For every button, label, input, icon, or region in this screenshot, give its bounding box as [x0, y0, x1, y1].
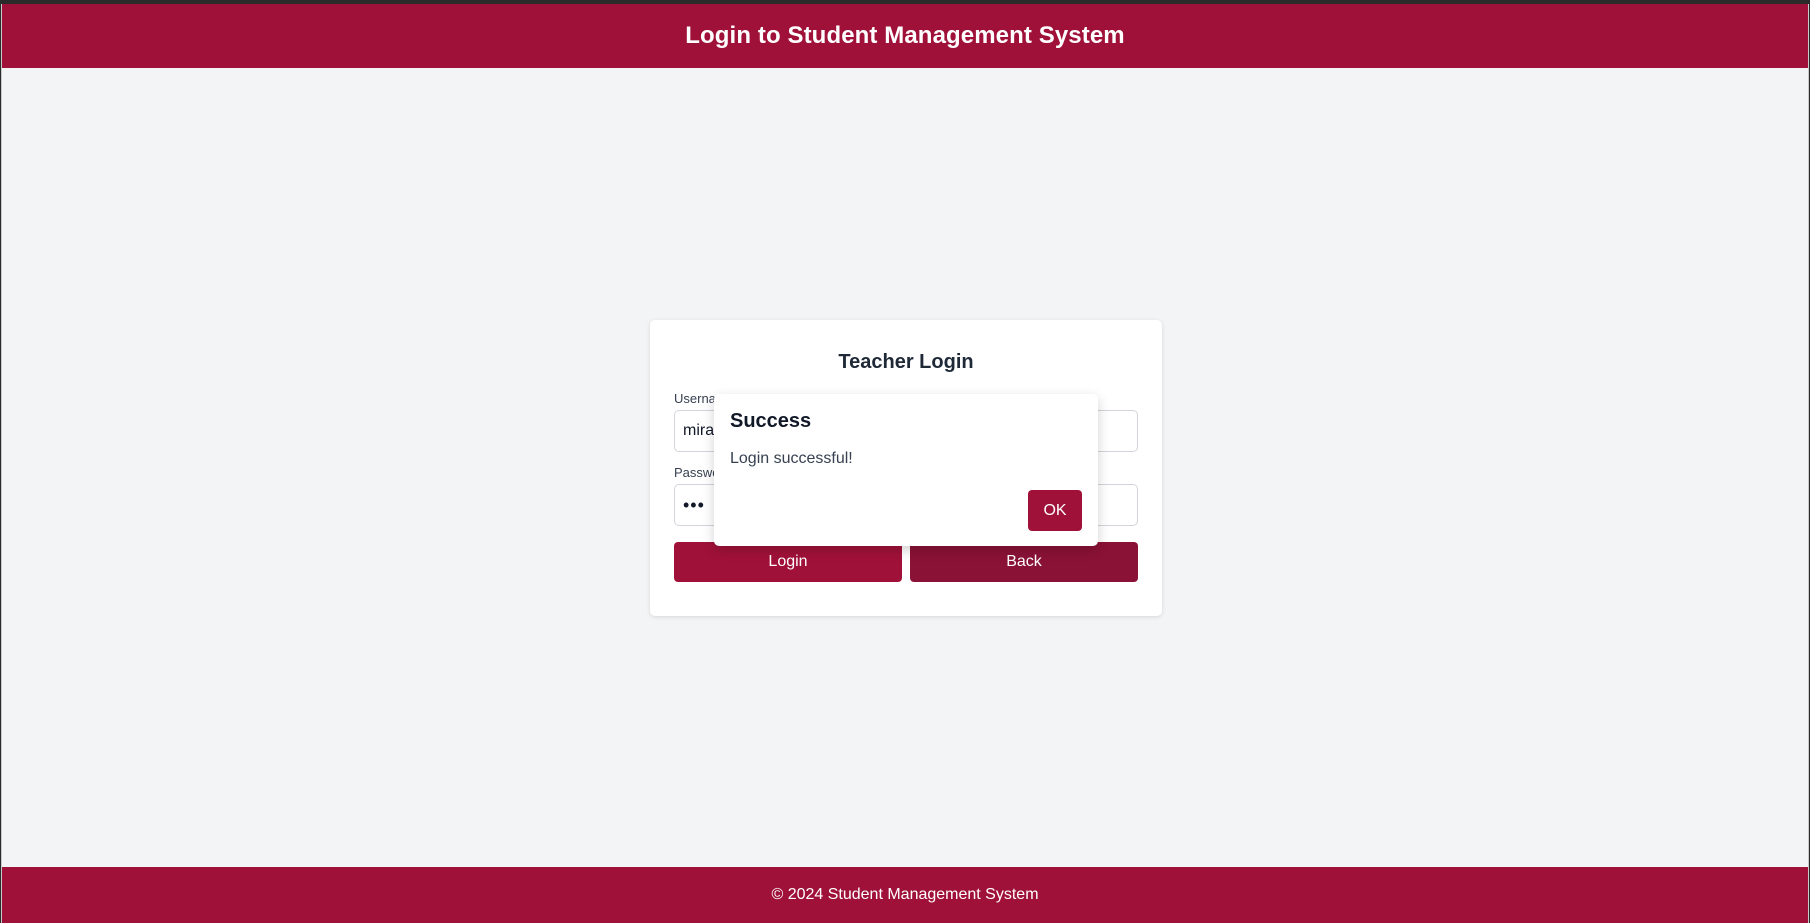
success-dialog: Success Login successful! OK	[714, 394, 1098, 546]
dialog-title: Success	[730, 410, 812, 432]
back-button[interactable]: Back	[910, 542, 1138, 582]
dialog-message: Login successful!	[730, 450, 853, 467]
footer-text: © 2024 Student Management System	[771, 886, 1039, 903]
top-header: Login to Student Management System	[2, 4, 1808, 68]
login-button[interactable]: Login	[674, 542, 902, 582]
ok-button[interactable]: OK	[1028, 490, 1082, 531]
footer: © 2024 Student Management System	[2, 867, 1808, 923]
browser-viewport: Login to Student Management System Teach…	[1, 4, 1809, 923]
login-card-title: Teacher Login	[838, 351, 974, 373]
button-row: Login Back	[674, 542, 1138, 582]
page-title: Login to Student Management System	[685, 22, 1125, 49]
